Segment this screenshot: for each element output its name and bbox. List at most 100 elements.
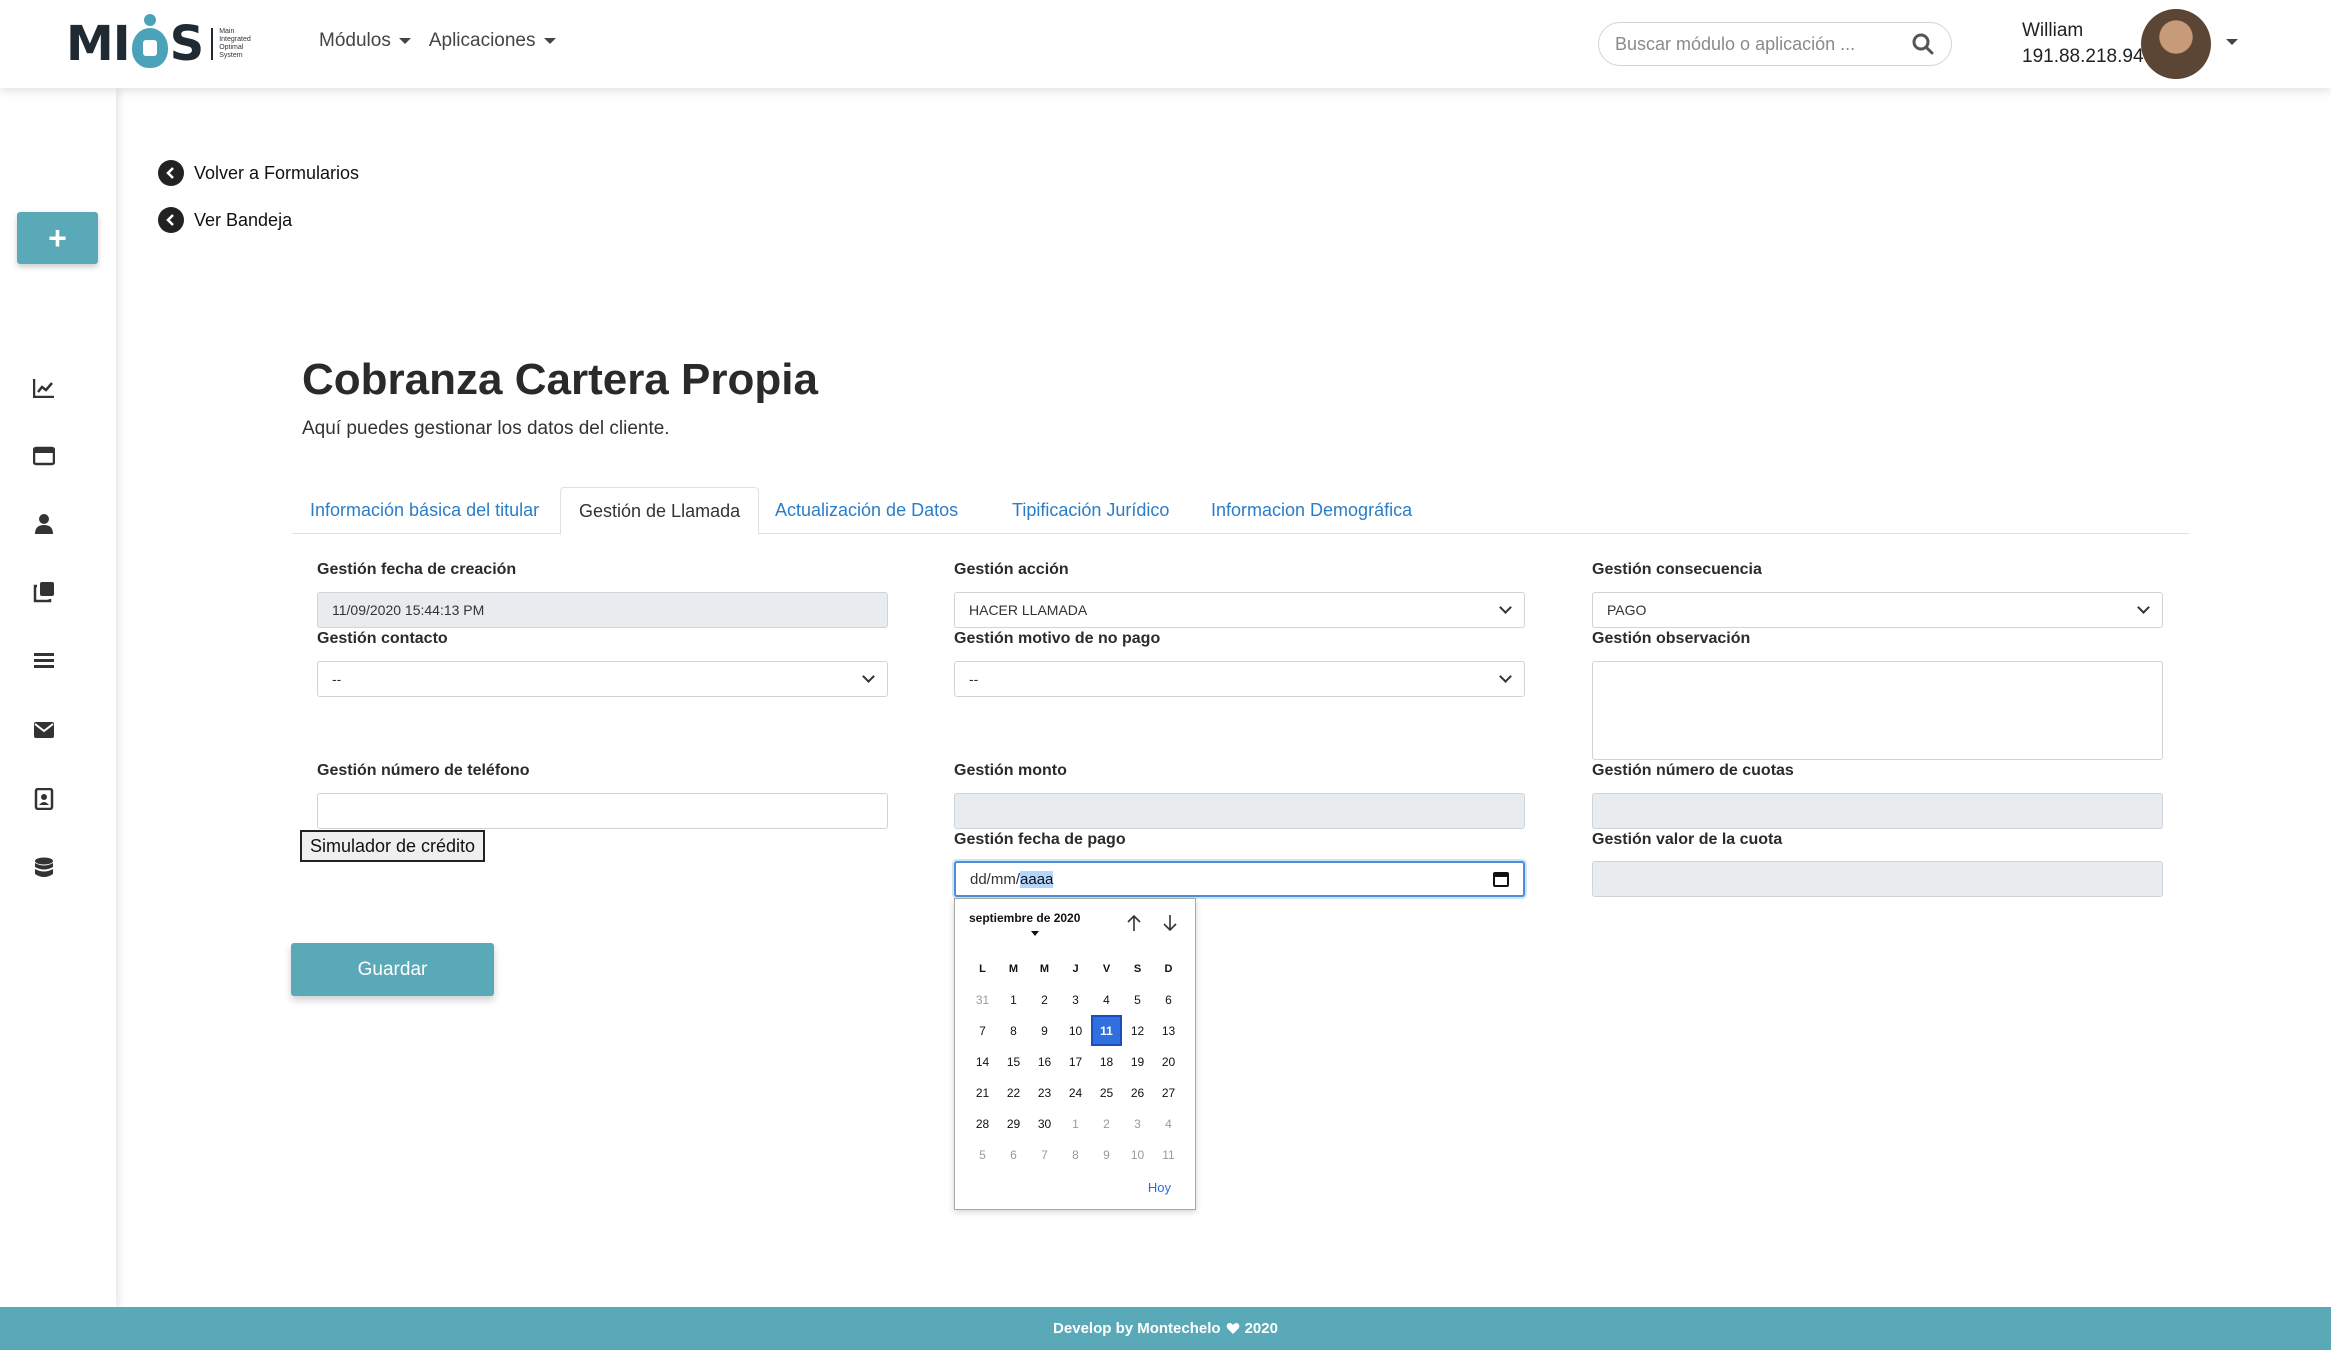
- calendar-day[interactable]: 4: [1153, 1108, 1184, 1139]
- weekday-header: D: [1164, 962, 1173, 975]
- calendar-day[interactable]: 1: [998, 984, 1029, 1015]
- calendar-day[interactable]: 9: [1029, 1015, 1060, 1046]
- user-icon[interactable]: [32, 512, 56, 536]
- calendar-day[interactable]: 3: [1060, 984, 1091, 1015]
- observacion-textarea[interactable]: [1592, 661, 2163, 760]
- contacto-value: --: [332, 671, 342, 687]
- calendar-day[interactable]: 23: [1029, 1077, 1060, 1108]
- avatar[interactable]: [2141, 9, 2211, 79]
- consecuencia-select[interactable]: PAGO: [1592, 592, 2163, 628]
- calendar-day[interactable]: 26: [1122, 1077, 1153, 1108]
- user-menu-caret-icon[interactable]: [2226, 39, 2238, 45]
- arrow-down-icon[interactable]: [1160, 913, 1180, 933]
- numero-telefono-label: Gestión número de teléfono: [317, 762, 530, 779]
- calendar-day[interactable]: 16: [1029, 1046, 1060, 1077]
- calendar-day[interactable]: 7: [967, 1015, 998, 1046]
- tab-tipificacion-juridico[interactable]: Tipificación Jurídico: [994, 487, 1187, 534]
- database-icon[interactable]: [32, 856, 56, 880]
- calendar-day[interactable]: 2: [1091, 1108, 1122, 1139]
- calendar-day[interactable]: 13: [1153, 1015, 1184, 1046]
- caret-down-icon: [543, 38, 556, 44]
- calendar-day[interactable]: 5: [1122, 984, 1153, 1015]
- calendar-day[interactable]: 8: [998, 1015, 1029, 1046]
- month-dropdown-caret-icon[interactable]: [1031, 931, 1039, 936]
- calendar-day[interactable]: 6: [1153, 984, 1184, 1015]
- user-name: William: [2022, 20, 2084, 41]
- date-year-segment[interactable]: aaaa: [1020, 870, 1054, 888]
- calendar-day[interactable]: 2: [1029, 984, 1060, 1015]
- calendar-day[interactable]: 27: [1153, 1077, 1184, 1108]
- tab-informacion-demografica[interactable]: Informacion Demográfica: [1193, 487, 1430, 534]
- calendar-day[interactable]: 30: [1029, 1108, 1060, 1139]
- envelope-icon[interactable]: [32, 718, 56, 742]
- fecha-creacion-field: 11/09/2020 15:44:13 PM: [317, 592, 888, 628]
- calendar-day[interactable]: 24: [1060, 1077, 1091, 1108]
- tab-informacion-basica[interactable]: Información básica del titular: [292, 487, 557, 534]
- fecha-pago-input[interactable]: dd/mm/aaaa: [954, 861, 1525, 897]
- accion-select[interactable]: HACER LLAMADA: [954, 592, 1525, 628]
- calendar-day[interactable]: 8: [1060, 1139, 1091, 1170]
- calendar-day[interactable]: 11: [1153, 1139, 1184, 1170]
- calendar-icon[interactable]: [1493, 871, 1509, 887]
- copy-icon[interactable]: [32, 580, 56, 604]
- back-to-forms-link[interactable]: Volver a Formularios: [158, 160, 359, 186]
- calendar-day[interactable]: 5: [967, 1139, 998, 1170]
- calendar-day[interactable]: 19: [1122, 1046, 1153, 1077]
- calendar-day[interactable]: 22: [998, 1077, 1029, 1108]
- view-inbox-label: Ver Bandeja: [194, 209, 293, 230]
- calendar-day[interactable]: 18: [1091, 1046, 1122, 1077]
- calendar-day[interactable]: 9: [1091, 1139, 1122, 1170]
- save-button[interactable]: Guardar: [291, 943, 494, 996]
- tab-actualizacion-datos[interactable]: Actualización de Datos: [757, 487, 976, 534]
- chevron-down-icon: [862, 670, 875, 683]
- calendar-day[interactable]: 12: [1122, 1015, 1153, 1046]
- contacto-select[interactable]: --: [317, 661, 888, 697]
- page-title: Cobranza Cartera Propia: [302, 355, 818, 404]
- calendar-day[interactable]: 10: [1060, 1015, 1091, 1046]
- datepicker-grid: L M M J V S D 31 1 2 3 4 5 6 7 8 9 10 11 12 13 14 15 16 17 18 19 20…: [967, 953, 1184, 1170]
- caret-down-icon: [398, 38, 411, 44]
- calendar-day[interactable]: 31: [967, 984, 998, 1015]
- calendar-day[interactable]: 6: [998, 1139, 1029, 1170]
- numero-cuotas-field: [1592, 793, 2163, 829]
- accion-value: HACER LLAMADA: [969, 602, 1088, 618]
- search-input[interactable]: [1615, 33, 1911, 55]
- menu-modulos-label: Módulos: [319, 30, 391, 51]
- tab-gestion-llamada[interactable]: Gestión de Llamada: [560, 487, 760, 535]
- motivo-no-pago-select[interactable]: --: [954, 661, 1525, 697]
- calendar-day[interactable]: 7: [1029, 1139, 1060, 1170]
- calendar-day[interactable]: 1: [1060, 1108, 1091, 1139]
- calendar-day[interactable]: 21: [967, 1077, 998, 1108]
- calendar-day[interactable]: 28: [967, 1108, 998, 1139]
- window-icon[interactable]: [32, 444, 56, 468]
- back-to-forms-label: Volver a Formularios: [194, 162, 360, 183]
- view-inbox-link[interactable]: Ver Bandeja: [158, 207, 292, 233]
- calendar-day[interactable]: 3: [1122, 1108, 1153, 1139]
- numero-telefono-input[interactable]: [317, 793, 888, 829]
- heart-icon: [1226, 1323, 1239, 1334]
- search-icon[interactable]: [1911, 32, 1935, 56]
- calendar-day[interactable]: 14: [967, 1046, 998, 1077]
- calendar-day[interactable]: 15: [998, 1046, 1029, 1077]
- calendar-day[interactable]: 25: [1091, 1077, 1122, 1108]
- arrow-up-icon[interactable]: [1124, 913, 1144, 933]
- datepicker-month-label[interactable]: septiembre de 2020: [969, 911, 1080, 925]
- calendar-day[interactable]: 20: [1153, 1046, 1184, 1077]
- add-button[interactable]: +: [17, 212, 98, 264]
- credit-simulator-button[interactable]: Simulador de crédito: [300, 830, 485, 862]
- consecuencia-label: Gestión consecuencia: [1592, 561, 1762, 578]
- calendar-day[interactable]: 17: [1060, 1046, 1091, 1077]
- calendar-day[interactable]: 29: [998, 1108, 1029, 1139]
- mios-logo[interactable]: MI S Main Integrated Optimal System: [66, 14, 261, 74]
- list-icon[interactable]: [32, 649, 56, 673]
- calendar-day-selected[interactable]: 11: [1091, 1015, 1122, 1046]
- chart-line-icon[interactable]: [32, 376, 56, 400]
- calendar-day[interactable]: 4: [1091, 984, 1122, 1015]
- today-button[interactable]: Hoy: [1148, 1180, 1171, 1195]
- menu-modulos[interactable]: Módulos: [319, 30, 411, 52]
- menu-aplicaciones[interactable]: Aplicaciones: [429, 30, 556, 52]
- address-book-icon[interactable]: [32, 787, 56, 811]
- fecha-pago-label: Gestión fecha de pago: [954, 831, 1126, 848]
- footer-credit: Develop by Montechelo: [1053, 1320, 1221, 1337]
- calendar-day[interactable]: 10: [1122, 1139, 1153, 1170]
